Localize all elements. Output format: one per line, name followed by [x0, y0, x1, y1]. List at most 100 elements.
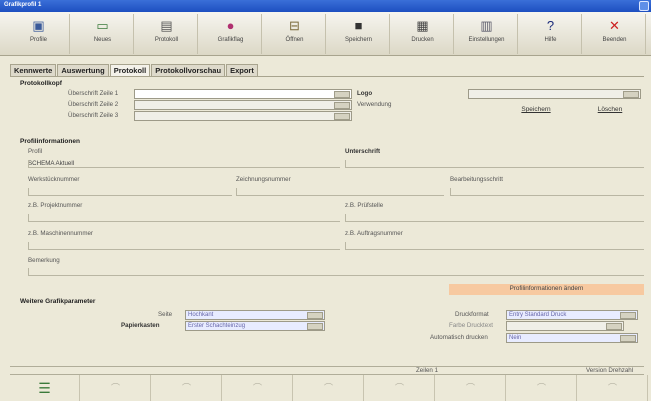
logo-input[interactable]: [468, 89, 641, 99]
project-field[interactable]: [28, 214, 340, 222]
line1-label: Überschrift Zeile 1: [68, 90, 119, 97]
profile-info-title: Profilinformationen: [20, 138, 80, 145]
chevron-down-icon[interactable]: [620, 335, 636, 342]
printer-select[interactable]: Entry Standard Druck ▾: [506, 310, 638, 320]
unit-select[interactable]: Erster Schachteinzug ▾: [185, 321, 325, 331]
window-close-icon[interactable]: [639, 1, 649, 11]
print2-icon: ▦: [416, 18, 429, 33]
save-logo-button[interactable]: Speichern: [506, 106, 566, 113]
delete-logo-button[interactable]: Löschen: [580, 106, 640, 113]
save-icon: ■: [354, 18, 363, 33]
subsection-field[interactable]: [345, 160, 644, 168]
list-icon: ☰: [38, 380, 51, 396]
drawing-field[interactable]: [236, 188, 444, 196]
chevron-down-icon[interactable]: [334, 102, 350, 109]
toolbar: ▣ Profile ▭ Neues ▤ Protokoll ● Grafikflag ⊟ Öffn…: [0, 12, 651, 56]
title-bar: Grafikprofil 1: [0, 0, 651, 12]
bottom-bar: ☰ ⌒ ⌒ ⌒ ⌒ ⌒ ⌒ ⌒ ⌒: [10, 375, 648, 401]
line2-input[interactable]: [134, 100, 352, 110]
measure-field[interactable]: [28, 188, 232, 196]
chevron-down-icon[interactable]: [620, 312, 636, 319]
printer-label: Druckformat: [455, 311, 489, 318]
remarks-label: Bemerkung: [28, 257, 60, 264]
chevron-down-icon[interactable]: [334, 91, 350, 98]
measure-label: Werkstücknummer: [28, 176, 80, 183]
tab-protokoll[interactable]: Protokoll: [109, 64, 151, 76]
placeholder-icon: ⌒: [394, 383, 404, 393]
toolbar-button-5[interactable]: ■ Speichern: [328, 14, 390, 54]
toolbar-button-6[interactable]: ▦ Drucken: [392, 14, 454, 54]
tab-export[interactable]: Export: [226, 64, 258, 76]
toolbar-button-7[interactable]: ▥ Einstellungen: [456, 14, 518, 54]
toolbar-button-0[interactable]: ▣ Profile: [8, 14, 70, 54]
other-params-title: Weitere Grafikparameter: [20, 298, 96, 305]
line3-input[interactable]: [134, 111, 352, 121]
placeholder-icon: ⌒: [110, 383, 120, 393]
toolbar-label: Öffnen: [285, 37, 304, 43]
toolbar-label: Drucken: [411, 37, 434, 43]
status-right: Version Drehzahl: [586, 367, 634, 374]
open-icon: ⊟: [289, 18, 300, 33]
settings-icon: ▥: [480, 18, 493, 33]
unit-label: Papierkasten: [121, 322, 160, 329]
bottom-slot-0[interactable]: ☰: [10, 375, 80, 401]
bottom-slot-5[interactable]: ⌒: [365, 375, 435, 401]
line1-input[interactable]: [134, 89, 352, 99]
auto-label: Automatisch drucken: [430, 334, 488, 341]
unit-value: Erster Schachteinzug: [188, 323, 246, 329]
tab-kennwerte[interactable]: Kennwerte: [10, 64, 57, 76]
page-value: Hochkant: [188, 312, 214, 318]
toolbar-button-8[interactable]: ? Hilfe: [520, 14, 582, 54]
toolbar-label: Einstellungen: [468, 37, 505, 43]
fill-icon: ●: [226, 18, 235, 33]
toolbar-button-1[interactable]: ▭ Neues: [72, 14, 134, 54]
protocol-header-title: Protokollkopf: [20, 80, 62, 87]
bottom-slot-6[interactable]: ⌒: [436, 375, 506, 401]
placeholder-icon: ⌒: [181, 383, 191, 393]
chevron-down-icon[interactable]: [334, 113, 350, 120]
auto-select[interactable]: Nein ▾: [506, 333, 638, 343]
machine-field[interactable]: [28, 242, 340, 250]
toolbar-label: Profile: [29, 37, 47, 43]
placeholder-icon: ⌒: [465, 383, 475, 393]
page-select[interactable]: Hochkant ▾: [185, 310, 325, 320]
placeholder-icon: ⌒: [323, 383, 333, 393]
remarks-field[interactable]: [28, 268, 644, 276]
auto-value: Nein: [509, 335, 522, 341]
toolbar-label: Hilfe: [544, 37, 557, 43]
drawing-label: Zeichnungsnummer: [236, 176, 291, 183]
project-label: z.B. Projektnummer: [28, 202, 83, 209]
line2-label: Überschrift Zeile 2: [68, 101, 119, 108]
order-label: z.B. Auftragsnummer: [345, 230, 403, 237]
chevron-down-icon[interactable]: [307, 312, 323, 319]
bottom-slot-1[interactable]: ⌒: [81, 375, 151, 401]
bottom-slot-7[interactable]: ⌒: [507, 375, 577, 401]
editor-field[interactable]: [450, 188, 644, 196]
toolbar-label: Grafikflag: [217, 37, 244, 43]
change-profile-info-button[interactable]: Profilinformationen ändern: [449, 284, 644, 295]
bottom-slot-8[interactable]: ⌒: [578, 375, 648, 401]
toolbar-button-2[interactable]: ▤ Protokoll: [136, 14, 198, 54]
profile-field[interactable]: [28, 160, 340, 168]
test-field[interactable]: [345, 214, 644, 222]
format-input[interactable]: [506, 321, 624, 331]
profile-label: Profil: [28, 148, 43, 155]
tab-auswertung[interactable]: Auswertung: [57, 64, 109, 76]
order-field[interactable]: [345, 242, 644, 250]
profile-icon: ▣: [32, 18, 45, 33]
placeholder-icon: ⌒: [536, 383, 546, 393]
toolbar-button-3[interactable]: ● Grafikflag: [200, 14, 262, 54]
chevron-down-icon[interactable]: [623, 91, 639, 98]
toolbar-button-4[interactable]: ⊟ Öffnen: [264, 14, 326, 54]
bottom-slot-3[interactable]: ⌒: [223, 375, 293, 401]
chevron-down-icon[interactable]: [307, 323, 323, 330]
toolbar-button-9[interactable]: ✕ Beenden: [584, 14, 646, 54]
tab-protokollvorschau[interactable]: Protokollvorschau: [151, 64, 226, 76]
bottom-slot-2[interactable]: ⌒: [152, 375, 222, 401]
format-label: Farbe Drucktext: [449, 322, 494, 329]
test-label: z.B. Prüfstelle: [345, 202, 384, 209]
bottom-slot-4[interactable]: ⌒: [294, 375, 364, 401]
toolbar-label: Neues: [93, 37, 112, 43]
chevron-down-icon[interactable]: [606, 323, 622, 330]
page-label: Seite: [158, 311, 173, 318]
